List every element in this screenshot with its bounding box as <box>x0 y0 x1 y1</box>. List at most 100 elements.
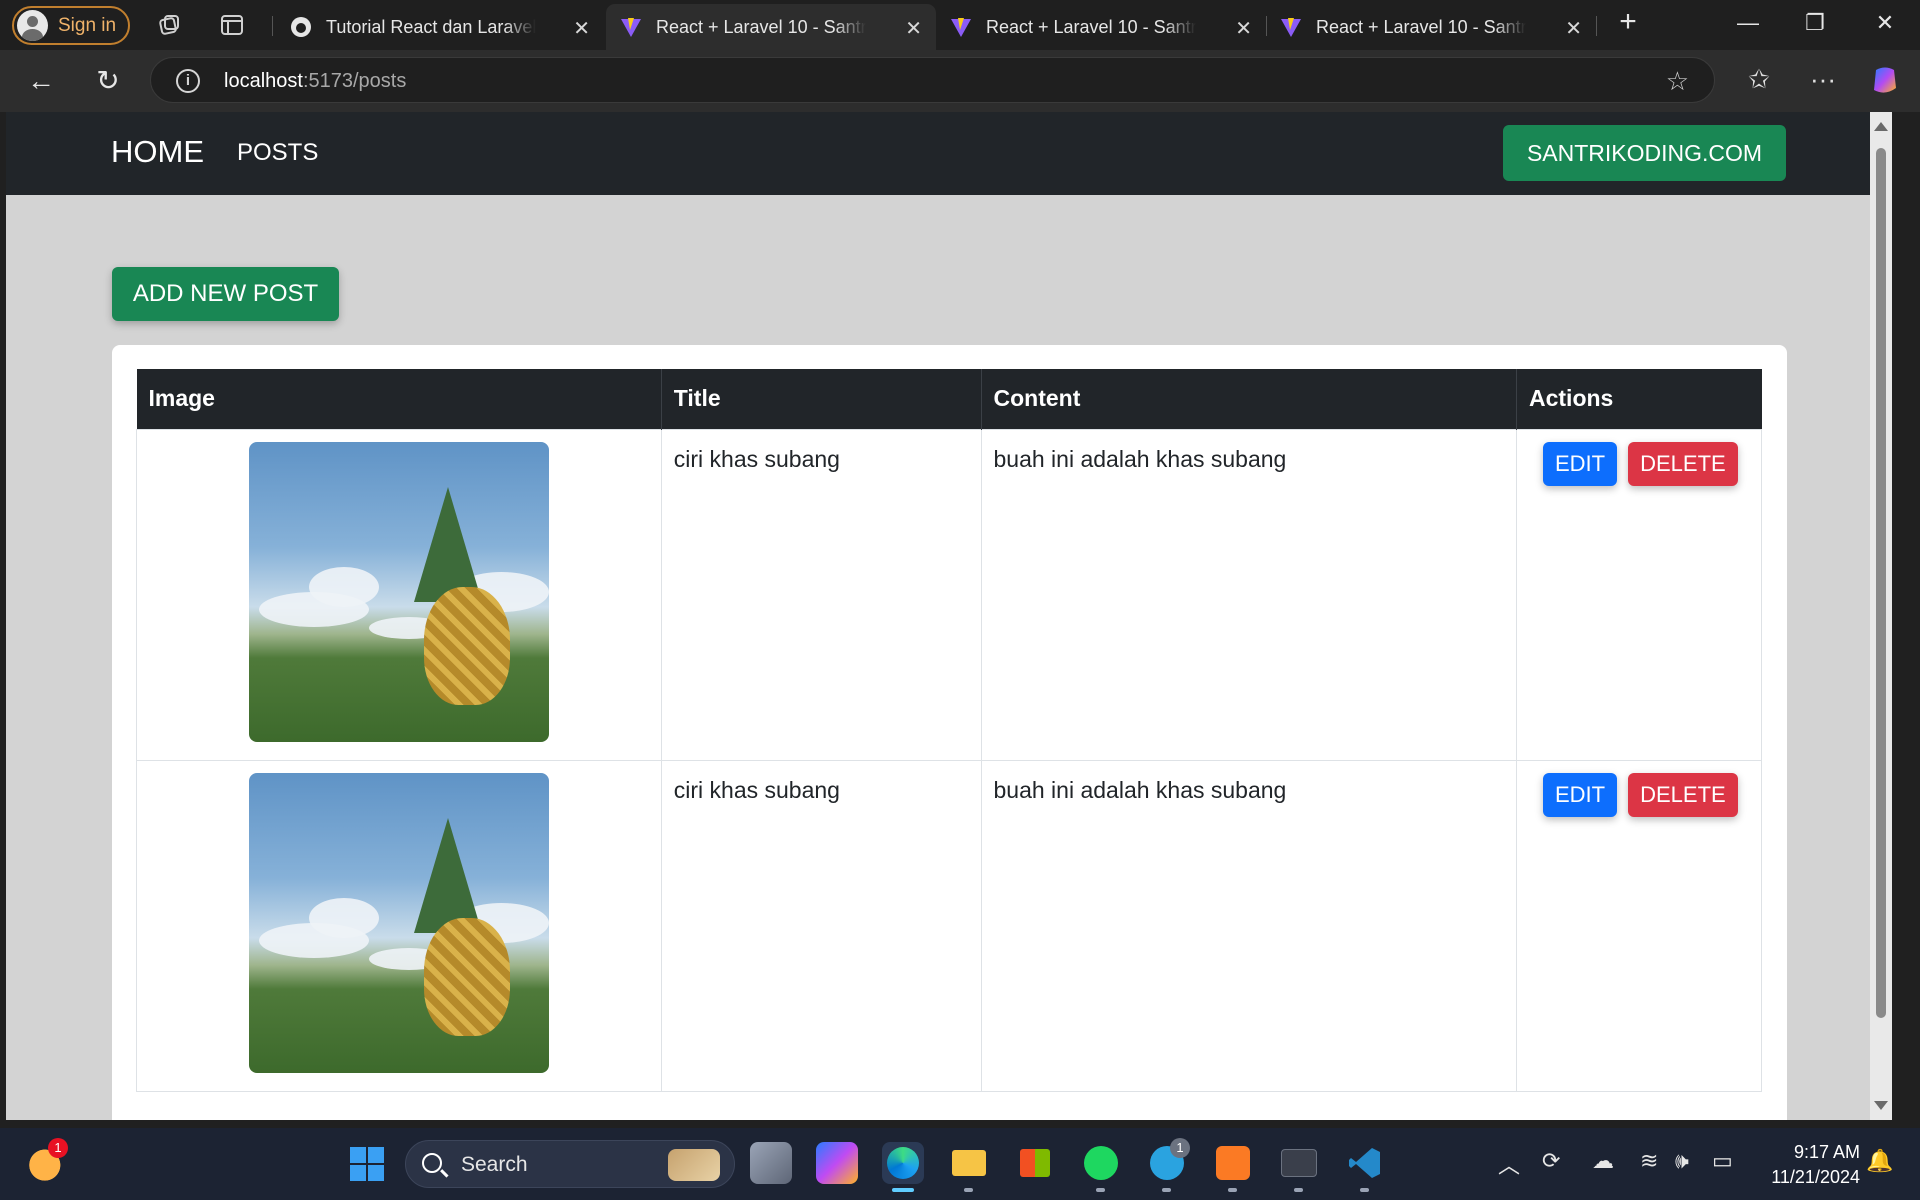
address-bar[interactable]: i localhost:5173/posts ☆ <box>150 57 1715 103</box>
telegram-icon[interactable]: 1 <box>1146 1138 1190 1192</box>
column-header-title: Title <box>661 369 982 429</box>
tab-title: React + Laravel 10 - SantriKoding <box>656 16 866 37</box>
tab-react-laravel-2[interactable]: React + Laravel 10 - SantriKoding ✕ <box>936 4 1266 50</box>
post-title: ciri khas subang <box>660 759 982 1092</box>
tab-title: React + Laravel 10 - SantriKoding <box>986 16 1196 37</box>
post-content: buah ini adalah khas subang <box>980 428 1517 761</box>
tab-tutorial[interactable]: Tutorial React dan Laravel 10 # ✕ <box>276 4 604 50</box>
running-indicator <box>1294 1188 1303 1192</box>
taskbar-search-box[interactable]: Search <box>405 1140 735 1188</box>
vscode-icon[interactable] <box>1344 1142 1386 1192</box>
posts-table: Image Title Content Actions ciri khas su… <box>136 369 1762 1092</box>
post-image-pineapple <box>248 441 549 742</box>
restore-icon[interactable]: ❐ <box>1800 10 1830 36</box>
telegram-badge: 1 <box>1170 1138 1190 1158</box>
vite-favicon-icon <box>951 18 971 37</box>
tab-react-laravel-active[interactable]: React + Laravel 10 - SantriKoding ✕ <box>606 4 936 50</box>
add-new-post-button[interactable]: ADD NEW POST <box>112 267 339 321</box>
profile-sign-in-button[interactable]: Sign in <box>12 6 130 45</box>
windows-taskbar: 1 Search 1 ︿ ⟳ ☁ ≋ 🕪 ▭ 9:17 AM 11/21/202… <box>0 1128 1920 1200</box>
column-header-image: Image <box>136 369 662 429</box>
volume-icon[interactable]: 🕪 <box>1675 1148 1689 1174</box>
weather-widget-icon[interactable]: 1 <box>28 1138 70 1184</box>
vertical-scrollbar[interactable] <box>1870 112 1892 1120</box>
close-tab-icon[interactable]: ✕ <box>573 16 590 41</box>
sign-in-label: Sign in <box>58 14 117 36</box>
vite-favicon-icon <box>621 18 641 37</box>
microsoft-store-icon[interactable] <box>1014 1142 1056 1184</box>
site-info-icon[interactable]: i <box>176 69 200 93</box>
onedrive-cloud-icon[interactable]: ☁ <box>1592 1148 1614 1174</box>
terminal-icon[interactable] <box>1278 1142 1320 1192</box>
table-row: ciri khas subang buah ini adalah khas su… <box>136 428 1762 761</box>
battery-icon[interactable]: ▭ <box>1712 1148 1733 1174</box>
copilot-icon[interactable] <box>1868 64 1902 98</box>
column-header-content: Content <box>981 369 1517 429</box>
address-toolbar: ← ↻ i localhost:5173/posts ☆ ✩ ··· <box>0 50 1920 112</box>
search-placeholder: Search <box>461 1153 528 1176</box>
tab-title: React + Laravel 10 - SantriKoding <box>1316 16 1526 37</box>
running-indicator <box>1228 1188 1237 1192</box>
running-indicator <box>964 1188 973 1192</box>
scroll-down-arrow-icon[interactable] <box>1874 1101 1888 1110</box>
new-tab-plus-icon[interactable]: + <box>1613 5 1643 39</box>
vite-favicon-icon <box>1281 18 1301 37</box>
column-header-actions: Actions <box>1516 369 1762 429</box>
delete-button[interactable]: DELETE <box>1628 441 1738 486</box>
navbar-brand-home[interactable]: HOME <box>111 134 204 170</box>
table-header-row: Image Title Content Actions <box>136 369 1762 429</box>
spotify-icon[interactable] <box>1080 1142 1122 1192</box>
search-highlight-illustration-icon <box>668 1149 720 1181</box>
site-navbar: HOME POSTS SANTRIKODING.COM <box>6 112 1892 195</box>
close-tab-icon[interactable]: ✕ <box>905 16 922 41</box>
vertical-tabs-icon[interactable] <box>219 12 245 38</box>
windows-start-icon[interactable] <box>349 1146 385 1182</box>
wifi-icon[interactable]: ≋ <box>1640 1148 1658 1174</box>
workspaces-icon[interactable] <box>156 12 182 38</box>
post-title: ciri khas subang <box>660 428 982 761</box>
edit-button[interactable]: EDIT <box>1543 441 1618 486</box>
tab-separator <box>1596 16 1597 36</box>
scroll-up-arrow-icon[interactable] <box>1874 122 1888 131</box>
image-cell <box>136 759 662 1092</box>
scrollbar-thumb[interactable] <box>1876 148 1886 1018</box>
close-window-icon[interactable]: ✕ <box>1870 10 1900 36</box>
active-indicator <box>892 1188 914 1192</box>
post-content: buah ini adalah khas subang <box>980 759 1517 1092</box>
weather-badge: 1 <box>48 1138 68 1158</box>
url-text[interactable]: localhost:5173/posts <box>224 70 406 93</box>
task-view-icon[interactable] <box>750 1142 792 1184</box>
close-tab-icon[interactable]: ✕ <box>1235 16 1252 41</box>
posts-card: Image Title Content Actions ciri khas su… <box>112 345 1787 1120</box>
edge-browser-icon[interactable] <box>882 1142 924 1192</box>
url-path: :5173/posts <box>302 70 407 92</box>
more-options-icon[interactable]: ··· <box>1806 64 1840 95</box>
favorite-star-icon[interactable]: ☆ <box>1666 66 1689 97</box>
nav-link-posts[interactable]: POSTS <box>237 139 318 167</box>
running-indicator <box>1096 1188 1105 1192</box>
favorites-icon[interactable]: ✩ <box>1742 64 1776 95</box>
edit-button[interactable]: EDIT <box>1543 772 1618 817</box>
image-cell <box>136 428 662 761</box>
sync-status-icon[interactable]: ⟳ <box>1542 1148 1560 1174</box>
minimize-icon[interactable]: — <box>1733 10 1763 36</box>
tab-title: Tutorial React dan Laravel 10 # <box>326 16 536 37</box>
page-viewport: HOME POSTS SANTRIKODING.COM ADD NEW POST… <box>6 112 1892 1120</box>
xampp-icon[interactable] <box>1212 1142 1254 1192</box>
refresh-icon[interactable]: ↻ <box>91 64 125 98</box>
file-explorer-icon[interactable] <box>948 1142 990 1192</box>
system-clock[interactable]: 9:17 AM 11/21/2024 <box>1771 1140 1860 1190</box>
copilot-taskbar-icon[interactable] <box>816 1142 858 1184</box>
close-tab-icon[interactable]: ✕ <box>1565 16 1582 41</box>
notification-bell-icon[interactable]: 🔔 <box>1866 1148 1893 1174</box>
profile-avatar-icon <box>17 10 48 41</box>
show-hidden-icons-chevron-icon[interactable]: ︿ <box>1498 1148 1520 1180</box>
table-row: ciri khas subang buah ini adalah khas su… <box>136 759 1762 1092</box>
santrikoding-button[interactable]: SANTRIKODING.COM <box>1503 125 1786 181</box>
tab-react-laravel-3[interactable]: React + Laravel 10 - SantriKoding ✕ <box>1266 4 1596 50</box>
delete-button[interactable]: DELETE <box>1628 772 1738 817</box>
url-host: localhost <box>224 70 303 92</box>
back-arrow-icon[interactable]: ← <box>24 64 58 98</box>
tab-separator <box>272 16 273 36</box>
search-icon <box>422 1153 442 1173</box>
